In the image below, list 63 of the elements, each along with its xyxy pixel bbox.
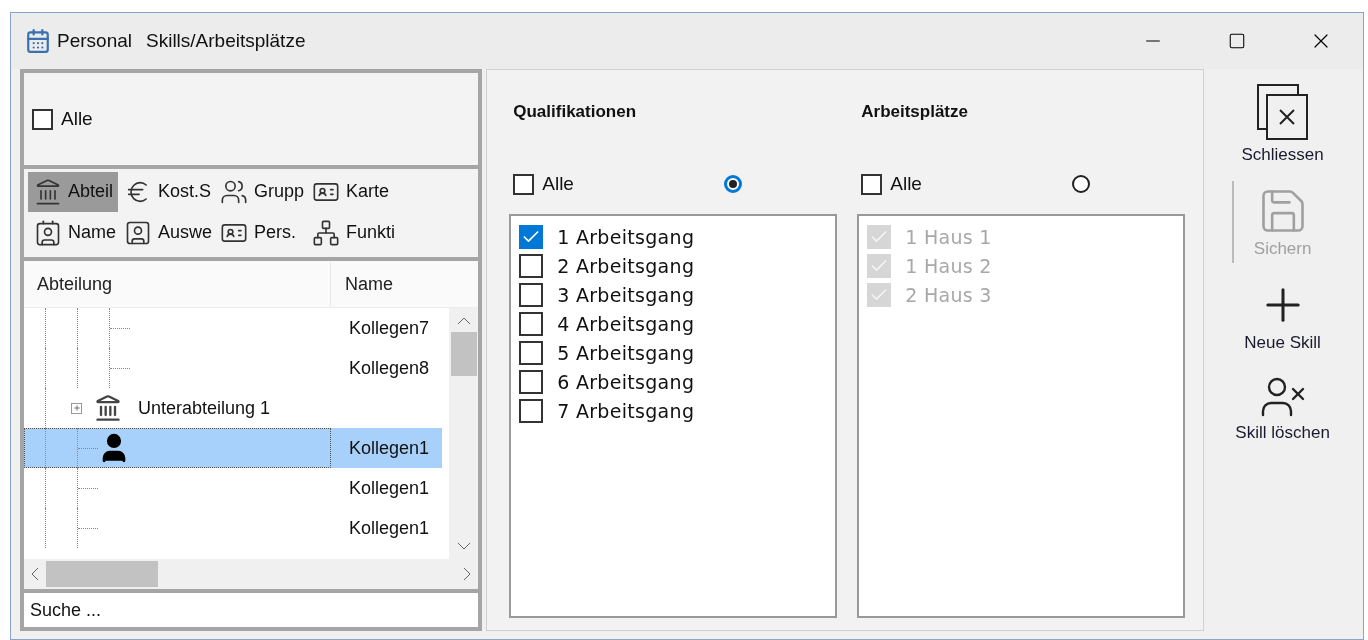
checkbox[interactable] (519, 311, 544, 336)
column-header[interactable]: Abteilung (24, 261, 331, 307)
filter-tab[interactable]: Name (28, 212, 118, 253)
search-field[interactable]: Suche ... (24, 593, 479, 627)
filter-tab[interactable]: Auswe (118, 212, 215, 253)
column-header[interactable]: Name (331, 261, 471, 307)
radio-button[interactable] (1071, 175, 1090, 193)
scroll-thumb[interactable] (46, 561, 158, 587)
filter-tab[interactable]: Funkti (306, 212, 398, 253)
tree-item[interactable]: Unterabteilung 1 (138, 397, 271, 419)
network-icon (312, 218, 341, 247)
toolbar-button[interactable]: Neue Skill (1242, 275, 1323, 357)
maximize-icon[interactable] (1228, 32, 1246, 50)
scroll-down-icon[interactable] (455, 541, 472, 551)
checkbox-label: Alle (61, 108, 93, 130)
checkbox[interactable] (519, 340, 544, 365)
checkbox[interactable] (32, 108, 53, 130)
toolbar-button[interactable]: Schliessen (1239, 79, 1326, 169)
checkbox-label: Alle (542, 173, 574, 195)
list-item[interactable]: 7 Arbeitsgang (557, 399, 695, 422)
checkbox[interactable] (519, 282, 544, 307)
scroll-up-icon[interactable] (455, 316, 472, 326)
scroll-right-icon[interactable] (462, 566, 473, 582)
section-title: Arbeitsplätze (860, 101, 969, 123)
app-name: Personal (57, 30, 132, 52)
window-title: Skills/Arbeitsplätze (146, 30, 306, 52)
table-cell[interactable]: Kollegen7 (331, 308, 442, 348)
scroll-thumb[interactable] (450, 331, 477, 376)
radio-button[interactable] (723, 175, 742, 193)
checkbox[interactable] (519, 398, 544, 423)
building-icon (94, 394, 122, 422)
checkbox[interactable] (861, 173, 883, 195)
checkbox[interactable] (513, 173, 535, 195)
table-cell[interactable]: Kollegen1 (331, 508, 442, 548)
filter-tab[interactable]: Kost.S (118, 171, 215, 212)
calendar-icon (25, 28, 51, 54)
vertical-scrollbar[interactable] (449, 308, 479, 559)
checkbox[interactable] (519, 224, 544, 249)
horizontal-scrollbar[interactable] (24, 559, 479, 589)
checkbox[interactable] (519, 253, 544, 278)
table-cell[interactable]: Kollegen1 (331, 428, 442, 468)
list-item[interactable]: 3 Arbeitsgang (557, 283, 695, 306)
list-item[interactable]: 1 Arbeitsgang (557, 225, 695, 248)
contact-card-icon (34, 218, 62, 247)
list-item[interactable]: 5 Arbeitsgang (557, 341, 695, 364)
expand-toggle[interactable] (71, 402, 82, 414)
close-window-icon (1255, 83, 1310, 143)
list-item[interactable]: 6 Arbeitsgang (557, 370, 695, 393)
filter-tab[interactable]: Abteil (28, 171, 118, 212)
checkbox[interactable] (519, 369, 544, 394)
table-cell[interactable]: Kollegen8 (331, 348, 442, 388)
list-item[interactable]: 2 Arbeitsgang (557, 254, 695, 277)
scroll-left-icon[interactable] (30, 566, 40, 582)
filter-tab[interactable]: Karte (306, 171, 398, 212)
expand-icon (72, 404, 81, 412)
filter-tab[interactable]: Grupp (214, 171, 307, 212)
filter-tab[interactable]: Pers. (214, 212, 307, 253)
toolbar-button[interactable]: Skill löschen (1233, 369, 1332, 447)
checkbox-label: Alle (890, 173, 922, 195)
section-title: Qualifikationen (512, 101, 638, 123)
table-cell[interactable]: Kollegen1 (331, 468, 442, 508)
building-icon (34, 177, 62, 206)
list-item[interactable]: 4 Arbeitsgang (557, 312, 695, 335)
